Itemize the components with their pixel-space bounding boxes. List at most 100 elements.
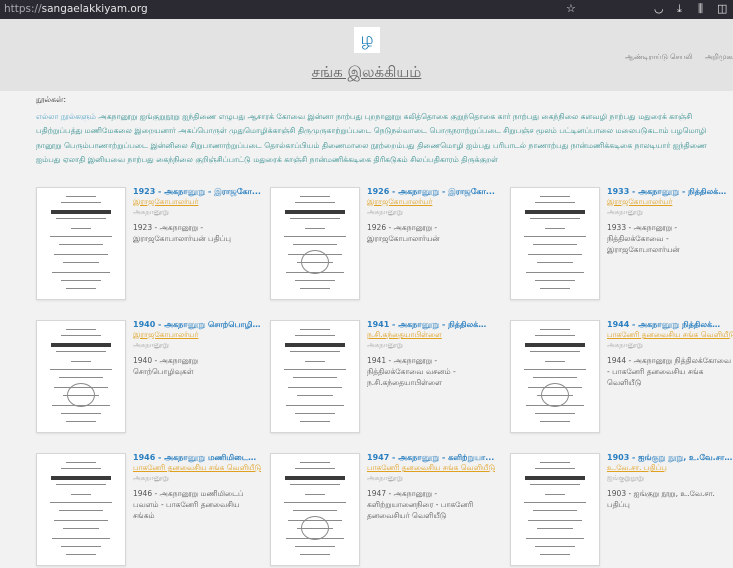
book-author-link[interactable]: ந.சி.கந்தையாபிள்ளை [367,330,495,340]
cover-text-line [285,210,345,214]
tag-link[interactable]: கார் நாற்பது [498,112,539,121]
tag-link[interactable]: பெரும்பாணாற்றுப்படை [64,141,148,150]
tag-link[interactable]: ஏலாதி [63,155,85,164]
book-title-link[interactable]: 1941 - அகநானூறு - நித்திலக்கோ... [367,320,495,330]
cover-text-line [540,329,570,330]
tag-link[interactable]: அகநானூறு [98,112,137,121]
tag-link[interactable]: முதுமொழிக்காஞ்சி [229,126,295,135]
book-card[interactable]: 1926 - அகநானூறு - இராஜகோ... இராஜகோபாலர்யர… [270,187,495,302]
book-title-link[interactable]: 1926 - அகநானூறு - இராஜகோ... [367,187,495,197]
book-author-link[interactable]: உ.வே.சா. பதிப்பு [607,463,733,473]
tag-link[interactable]: திருமுருகாற்றுப்படை [298,126,372,135]
book-category: அகநானூறு [367,208,403,216]
tag-link[interactable]: நான்மணிக்கடிகை [571,141,632,150]
tag-link[interactable]: கைந்நிலை [542,112,579,121]
tag-link[interactable]: திணைமாலை நூற்றைம்பது [322,141,415,150]
pocket-icon[interactable]: ◡ [654,2,664,15]
tag-link[interactable]: நான்மணிக்கடிகை [310,155,371,164]
book-card[interactable]: 1933 - அகநானூறு - நித்திலக்கோ... இராஜகோபா… [510,187,733,302]
tag-link[interactable]: குறிஞ்சிப்பாட்டு [195,155,250,164]
tag-link[interactable]: நெடுநல்வாடை [374,126,427,135]
book-card[interactable]: 1940 - அகநானூறு சொற்பொழி... இராஜகோபாலர்யர… [36,320,261,435]
book-cover-thumbnail[interactable] [270,320,360,433]
tag-link[interactable]: கைந்நிலை [156,155,193,164]
url-text[interactable]: https://sangaelakkiyam.org [4,3,148,15]
tag-link[interactable]: திரிகடுகம் [373,155,407,164]
tag-link[interactable]: புறநானூறு [365,112,401,121]
tag-link[interactable]: பட்டினப்பாலை [559,126,613,135]
book-title-link[interactable]: 1933 - அகநானூறு - நித்திலக்கோ... [607,187,733,197]
tag-link[interactable]: ஆசாரக் கோவை [247,112,305,121]
cover-text-line [50,502,112,503]
tag-link[interactable]: இன்னிலை [151,141,188,150]
book-author-link[interactable]: இராஜகோபாலர்யர் [133,197,261,207]
tag-link[interactable]: மலைபடுகடாம் [616,126,669,135]
book-cover-thumbnail[interactable] [510,187,600,300]
tag-link[interactable]: திருக்குறள் [461,155,498,164]
cover-text-line [71,494,91,495]
tag-link[interactable]: எல்லா நூல்களும் [36,112,96,121]
sidebar-icon[interactable]: ◫ [717,2,727,15]
cover-text-line [535,280,575,281]
book-description: 1933 - அகநானூறு - நித்திலக்கோவை - இராஜகோ… [607,223,680,254]
book-author-link[interactable]: பாகனேரி தனவைசிய சங்க வெளியீடு [607,330,733,340]
browser-url-bar[interactable]: https://sangaelakkiyam.org ☆ ◡ ⤓ ⫼ ◫ [0,0,733,19]
tag-link[interactable]: திணைமொழி ஐம்பது [417,141,490,150]
book-card[interactable]: 1946 - அகநானூறு மணிமிடைப் ... பாகனேரி தனவ… [36,453,261,568]
site-logo[interactable]: ழ [354,27,380,53]
cover-text-line [525,210,585,214]
tag-link[interactable]: களவழி நாற்பது [581,112,636,121]
tag-link[interactable]: இன்னா நாற்பது [308,112,363,121]
nav-link-android-app[interactable]: ஆண்டிராய்டு செயலி [625,53,693,62]
book-card[interactable]: 1944 - அகநானூறு நித்திலக்கோ... பாகனேரி தன… [510,320,733,435]
book-card[interactable]: 1947 - அகநானூறு - களிற்றுயா... பாகனேரி தன… [270,453,495,568]
tag-link[interactable]: நாலடியார் [635,141,671,150]
book-title-link[interactable]: 1923 - அகநானூறு - இராஜகோ... [133,187,261,197]
tag-link[interactable]: மதுரைக் காஞ்சி [638,112,692,121]
book-author-link[interactable]: பாகனேரி தனவைசிய சங்க வெளியீடு [367,463,495,473]
nav-link-about[interactable]: அறிமுகம் [705,53,733,62]
tag-link[interactable]: நாணாற்பது [529,141,569,150]
book-author-link[interactable]: இராஜகோபாலர்யர் [133,330,261,340]
tag-link[interactable]: மதுரைக் காஞ்சி [253,155,307,164]
tag-link[interactable]: இனியவை நாற்பது [88,155,154,164]
tag-link[interactable]: சிறுபாணாற்றுப்படை [190,141,262,150]
book-author-link[interactable]: இராஜகோபாலர்யர் [607,197,733,207]
book-cover-thumbnail[interactable] [36,187,126,300]
book-title-link[interactable]: 1903 - ஐங்குறு நூறு, உ.வே.சா. ப... [607,453,733,463]
tag-link[interactable]: மணிமேகலை [85,126,132,135]
tag-link[interactable]: பரிபாடல் [493,141,526,150]
book-cover-thumbnail[interactable] [36,320,126,433]
tag-link[interactable]: குறுந்தொகை [450,112,495,121]
book-card[interactable]: 1941 - அகநானூறு - நித்திலக்கோ... ந.சி.கந்… [270,320,495,435]
book-cover-thumbnail[interactable] [270,187,360,300]
book-cover-thumbnail[interactable] [36,453,126,566]
tag-link[interactable]: பொருநராற்றுப்படை [429,126,500,135]
tag-link[interactable]: ஐங்குறுநூறு [140,112,180,121]
download-icon[interactable]: ⤓ [677,2,682,16]
cover-text-line [524,502,586,503]
book-title-link[interactable]: 1944 - அகநானூறு நித்திலக்கோ... [607,320,733,330]
cover-text-line [61,335,101,336]
book-author-link[interactable]: இராஜகோபாலர்யர் [367,197,495,207]
tag-link[interactable]: கலித்தொகை [404,112,448,121]
site-title[interactable]: சங்க இலக்கியம் [0,63,733,83]
book-author-link[interactable]: பாகனேரி தனவைசிய சங்க வெளியீடு [133,463,261,473]
book-title-link[interactable]: 1940 - அகநானூறு சொற்பொழி... [133,320,261,330]
book-title-link[interactable]: 1946 - அகநானூறு மணிமிடைப் ... [133,453,261,463]
tag-link[interactable]: சிறுபஞ்ச மூலம் [503,126,557,135]
tag-link[interactable]: இறையனார் அகப்பொருள் [134,126,226,135]
tag-link[interactable]: ஐந்திணை எழுபது [182,112,245,121]
tag-link[interactable]: பதிற்றுப்பத்து [36,126,82,135]
book-cover-thumbnail[interactable] [510,453,600,566]
tag-link[interactable]: தொல்காப்பியம் [264,141,319,150]
book-card[interactable]: 1923 - அகநானூறு - இராஜகோ... இராஜகோபாலர்யர… [36,187,261,302]
library-icon[interactable]: ⫼ [698,2,703,16]
book-cover-thumbnail[interactable] [270,453,360,566]
tag-link[interactable]: சிலப்பதிகாரம் [410,155,459,164]
cover-text-line [51,210,111,214]
book-card[interactable]: 1903 - ஐங்குறு நூறு, உ.வே.சா. ப... உ.வே.ச… [510,453,733,568]
book-cover-thumbnail[interactable] [510,320,600,433]
bookmark-star-icon[interactable]: ☆ [566,2,576,15]
book-title-link[interactable]: 1947 - அகநானூறு - களிற்றுயா... [367,453,495,463]
